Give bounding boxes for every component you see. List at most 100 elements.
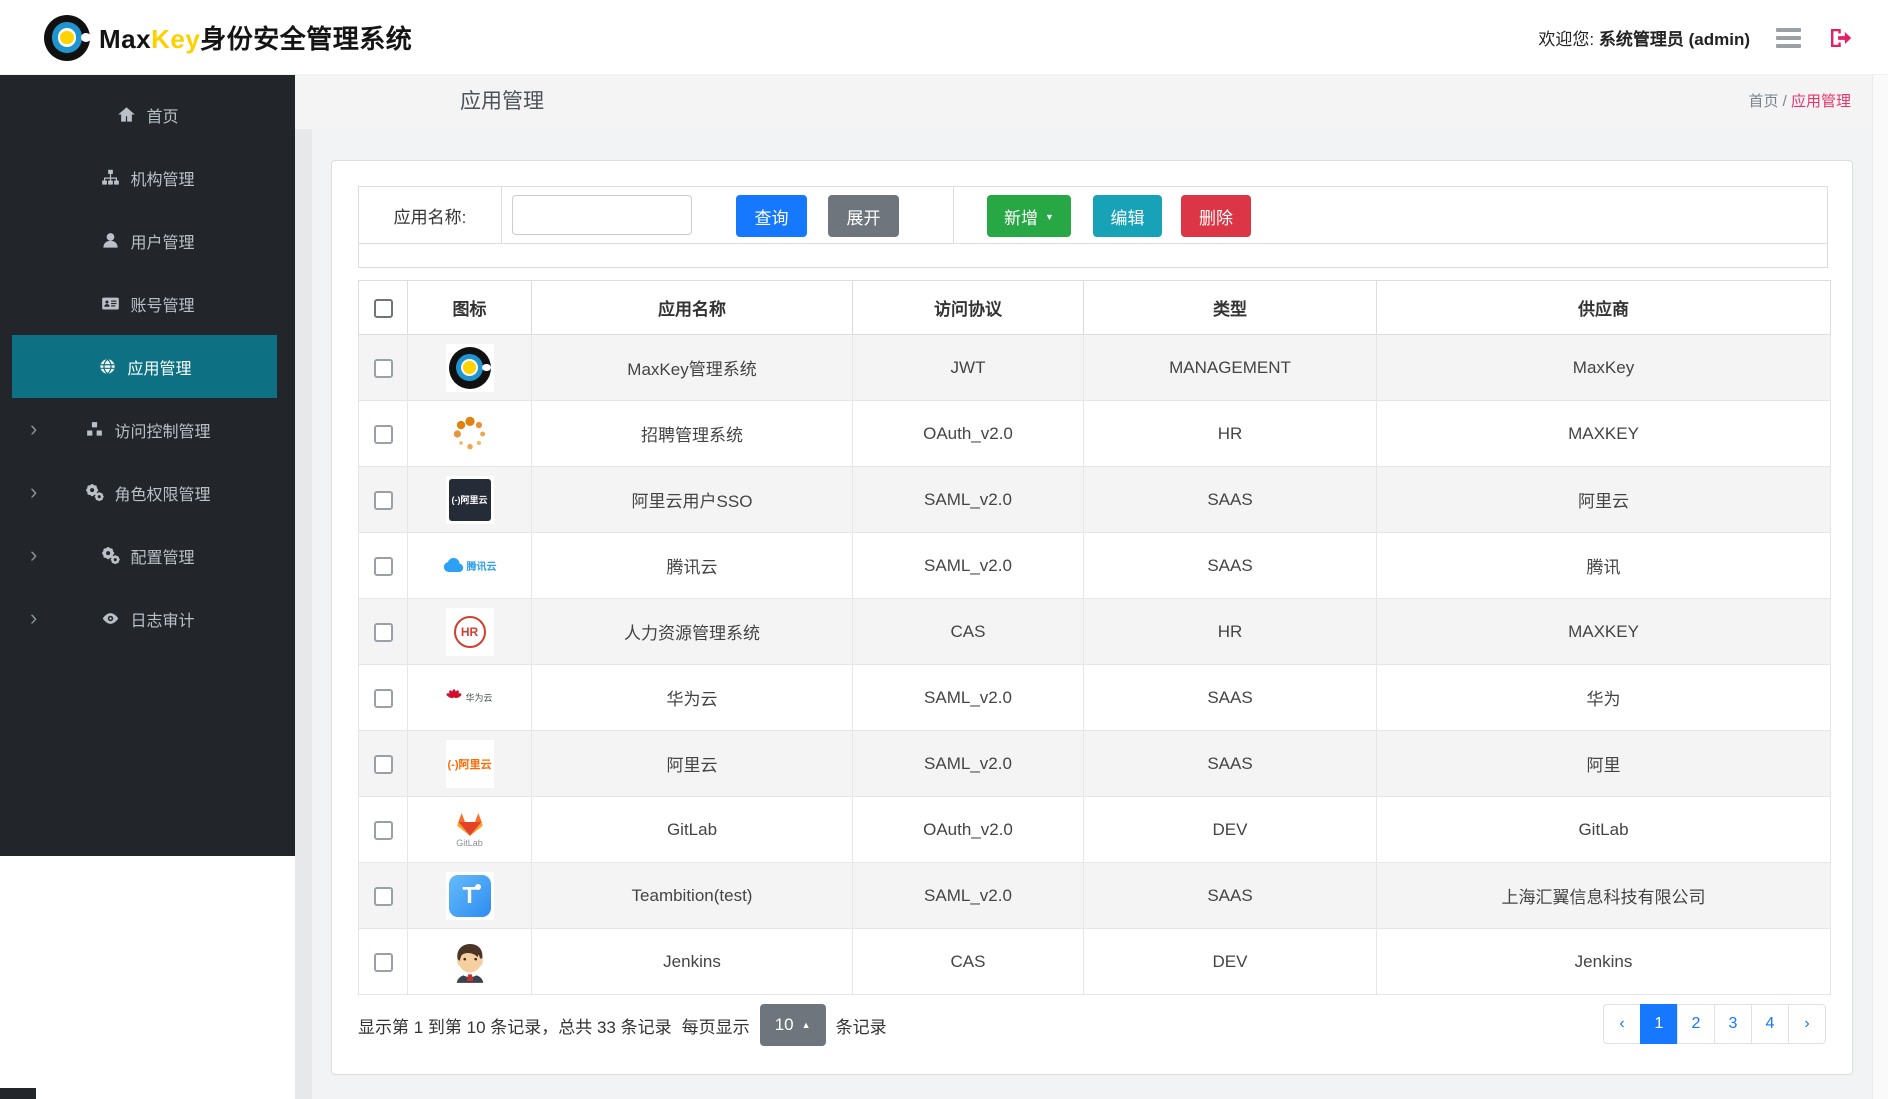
brand: MaxKey身份安全管理系统	[44, 0, 412, 75]
search-label: 应用名称:	[393, 207, 467, 227]
scrollbar[interactable]	[1872, 75, 1888, 1099]
protocol-cell: JWT	[852, 334, 1084, 401]
sidebar-item-label: 用户管理	[130, 234, 195, 252]
next-page-button[interactable]: ›	[1788, 1004, 1826, 1044]
vendor-cell: GitLab	[1376, 796, 1831, 863]
protocol-cell: SAML_v2.0	[852, 730, 1084, 797]
type-cell: DEV	[1083, 796, 1377, 863]
hr-logo-icon: HR	[445, 607, 494, 656]
app-name-cell: Jenkins	[531, 928, 853, 995]
aliyun-orange-icon: (-)阿里云	[445, 739, 494, 788]
prev-page-button[interactable]: ‹	[1603, 1004, 1641, 1044]
gears-icon	[84, 483, 104, 503]
row-checkbox[interactable]	[373, 622, 393, 642]
app-icon-cell: (-)阿里云	[407, 466, 532, 533]
sidebar-item-log-audit[interactable]: › 日志审计	[0, 587, 295, 650]
row-checkbox[interactable]	[373, 490, 393, 510]
edit-button[interactable]: 编辑	[1093, 195, 1162, 237]
sidebar-item-label: 首页	[146, 108, 179, 126]
tencent-cloud-icon: 腾讯云	[443, 541, 497, 590]
jenkins-butler-icon	[445, 937, 494, 986]
per-page-suffix: 条记录	[835, 1017, 887, 1037]
sidebar-item-access-control[interactable]: › 访问控制管理	[0, 398, 295, 461]
table-row: T Teambition(test) SAML_v2.0 SAAS 上海汇翼信息…	[358, 862, 1831, 929]
search-toolbar: 应用名称: 查询 展开 新增 ▼ 编辑 删除	[358, 186, 1828, 244]
sidebar-item-user-management[interactable]: 用户管理	[0, 209, 295, 272]
table-row: (-)阿里云 阿里云用户SSO SAML_v2.0 SAAS 阿里云	[358, 466, 1831, 533]
app-name-cell: 华为云	[531, 664, 853, 731]
content-left-shade	[295, 75, 312, 1099]
row-checkbox-cell	[358, 598, 408, 665]
sidebar-item-label: 角色权限管理	[114, 486, 211, 504]
vendor-cell: 上海汇翼信息科技有限公司	[1376, 862, 1831, 929]
row-checkbox-cell	[358, 730, 408, 797]
row-checkbox-cell	[358, 928, 408, 995]
select-all-checkbox[interactable]	[373, 298, 393, 318]
page-button-2[interactable]: 2	[1677, 1004, 1715, 1044]
type-cell: HR	[1083, 598, 1377, 665]
expand-button[interactable]: 展开	[828, 195, 899, 237]
menu-toggle-icon[interactable]	[1776, 27, 1801, 48]
delete-button[interactable]: 删除	[1181, 195, 1251, 237]
app-icon-cell	[407, 400, 532, 467]
sidebar-item-app-management[interactable]: 应用管理	[12, 335, 277, 398]
row-checkbox[interactable]	[373, 886, 393, 906]
row-checkbox[interactable]	[373, 754, 393, 774]
row-checkbox[interactable]	[373, 556, 393, 576]
protocol-cell: SAML_v2.0	[852, 466, 1084, 533]
gitlab-icon: GitLab	[445, 805, 494, 854]
query-button[interactable]: 查询	[736, 195, 807, 237]
row-checkbox-cell	[358, 796, 408, 863]
app-name-cell: GitLab	[531, 796, 853, 863]
spinner-dots-icon	[445, 409, 494, 458]
sidebar-bottom-strip	[0, 1088, 36, 1099]
globe-icon	[97, 357, 117, 377]
row-checkbox[interactable]	[373, 424, 393, 444]
app-name-cell: 招聘管理系统	[531, 400, 853, 467]
row-checkbox-cell	[358, 466, 408, 533]
sidebar-item-label: 账号管理	[130, 297, 195, 315]
row-checkbox[interactable]	[373, 952, 393, 972]
app-name-cell: 阿里云用户SSO	[531, 466, 853, 533]
app-icon-cell: T	[407, 862, 532, 929]
column-header-protocol: 访问协议	[852, 280, 1084, 335]
content-area: 应用管理 首页 / 应用管理 应用名称: 查询 展开 新增 ▼ 编辑 删除 图标…	[295, 75, 1872, 1099]
page-button-1[interactable]: 1	[1640, 1004, 1678, 1044]
search-input[interactable]	[512, 195, 692, 235]
row-checkbox[interactable]	[373, 820, 393, 840]
per-page-prefix: 每页显示	[681, 1017, 750, 1037]
row-checkbox[interactable]	[373, 688, 393, 708]
record-summary: 显示第 1 到第 10 条记录，总共 33 条记录	[358, 1017, 672, 1037]
aliyun-dark-icon: (-)阿里云	[445, 475, 494, 524]
protocol-cell: OAuth_v2.0	[852, 796, 1084, 863]
table-header-row: 图标 应用名称 访问协议 类型 供应商	[358, 280, 1831, 335]
logout-icon[interactable]	[1827, 26, 1853, 50]
sidebar-item-label: 访问控制管理	[114, 423, 211, 441]
page-size-dropdown[interactable]: 10 ▲	[759, 1004, 826, 1046]
brand-title: MaxKey身份安全管理系统	[99, 24, 413, 54]
caret-down-icon: ▼	[1045, 212, 1054, 222]
vendor-cell: Jenkins	[1376, 928, 1831, 995]
table-row: GitLab GitLab OAuth_v2.0 DEV GitLab	[358, 796, 1831, 863]
row-checkbox-cell	[358, 862, 408, 929]
sidebar-item-role-permission[interactable]: › 角色权限管理	[0, 461, 295, 524]
table-body: MaxKey管理系统 JWT MANAGEMENT MaxKey 招聘管理系统 …	[358, 334, 1831, 995]
add-button[interactable]: 新增 ▼	[987, 195, 1071, 237]
maxkey-logo-icon	[445, 343, 494, 392]
sidebar-item-org-management[interactable]: 机构管理	[0, 146, 295, 209]
breadcrumb-home[interactable]: 首页	[1748, 93, 1778, 110]
column-header-type: 类型	[1083, 280, 1377, 335]
vendor-cell: MAXKEY	[1376, 598, 1831, 665]
protocol-cell: CAS	[852, 598, 1084, 665]
sidebar-item-label: 日志审计	[130, 612, 195, 630]
eye-icon	[100, 609, 120, 629]
table-row: (-)阿里云 阿里云 SAML_v2.0 SAAS 阿里	[358, 730, 1831, 797]
welcome-text: 欢迎您: 系统管理员 (admin)	[1538, 30, 1750, 49]
sidebar-item-config-management[interactable]: › 配置管理	[0, 524, 295, 587]
sidebar-item-account-management[interactable]: 账号管理	[0, 272, 295, 335]
page-button-4[interactable]: 4	[1751, 1004, 1789, 1044]
cubes-icon	[84, 420, 104, 440]
row-checkbox[interactable]	[373, 358, 393, 378]
sidebar-item-home[interactable]: 首页	[0, 83, 295, 146]
page-button-3[interactable]: 3	[1714, 1004, 1752, 1044]
